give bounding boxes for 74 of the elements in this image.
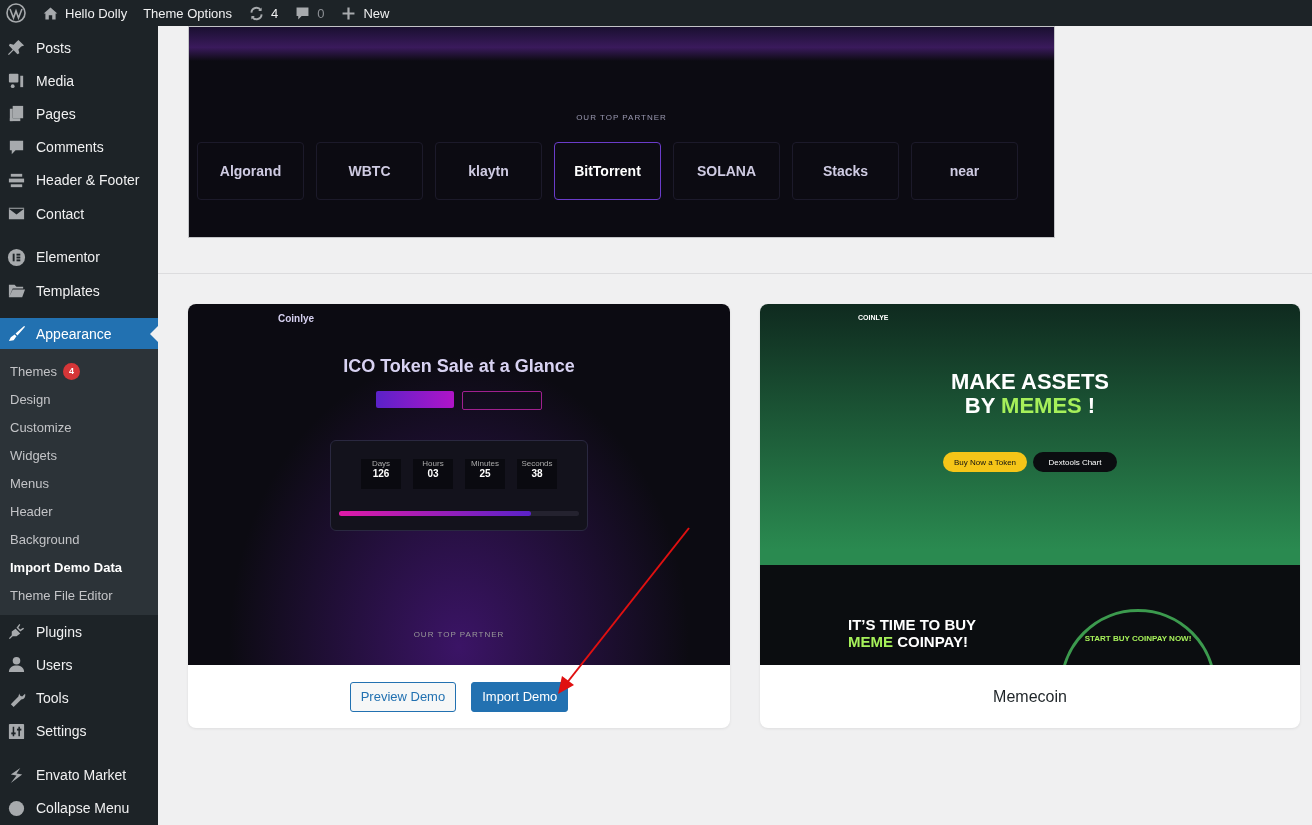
sidebar-menu-item[interactable]: Envato Market bbox=[0, 758, 158, 792]
partner-logo-tile: klaytn bbox=[435, 142, 542, 200]
section-label: OUR TOP PARTNER bbox=[575, 113, 668, 122]
submenu-item[interactable]: Themes 4 bbox=[0, 357, 158, 386]
pin-icon bbox=[7, 38, 26, 58]
theme-options-link[interactable]: Theme Options bbox=[143, 5, 232, 21]
import-demo-button[interactable]: Import Demo bbox=[471, 681, 569, 712]
submenu-label: Menus bbox=[10, 475, 50, 491]
wordpress-logo-icon[interactable] bbox=[6, 3, 26, 23]
updates-link[interactable]: 4 bbox=[248, 4, 279, 22]
sidebar-menu-item[interactable]: Pages bbox=[0, 97, 158, 131]
partner-logo-tile: WBTC bbox=[316, 142, 423, 200]
submenu-label: Background bbox=[10, 531, 80, 547]
partner-logo-tile: near bbox=[911, 142, 1018, 200]
submenu-label: Design bbox=[10, 391, 51, 407]
countdown-tile: Days 126 bbox=[361, 459, 401, 489]
media-icon bbox=[7, 71, 26, 91]
section-headline: IT’S TIME TO BUY MEME COINPAY! bbox=[848, 617, 977, 650]
sidebar-menu-item[interactable]: Posts bbox=[0, 31, 158, 65]
site-logo: Coinlye bbox=[278, 312, 315, 324]
sidebar-menu-item[interactable]: Media bbox=[0, 64, 158, 98]
site-name: Hello Dolly bbox=[65, 5, 128, 21]
hero-headline: ICO Token Sale at a Glance bbox=[342, 356, 576, 377]
comments-link[interactable]: 0 bbox=[294, 4, 325, 22]
countdown-tile: Hours 03 bbox=[413, 459, 453, 489]
count-badge: 4 bbox=[62, 362, 80, 380]
user-icon bbox=[7, 655, 26, 675]
submenu-item[interactable]: Menus bbox=[0, 469, 158, 498]
pages-icon bbox=[7, 104, 26, 124]
preview-demo-button[interactable]: Preview Demo bbox=[349, 681, 457, 712]
submenu-item[interactable]: Background bbox=[0, 525, 158, 554]
countdown-tile: Minutes 25 bbox=[465, 459, 505, 489]
countdown-tile: Seconds 38 bbox=[517, 459, 557, 489]
new-label: New bbox=[363, 5, 390, 21]
submenu-label: Header bbox=[10, 503, 53, 519]
partner-logo-tile: Stacks bbox=[792, 142, 899, 200]
submenu-item[interactable]: Import Demo Data bbox=[0, 553, 158, 582]
submenu-label: Widgets bbox=[10, 447, 57, 463]
submenu-item[interactable]: Theme File Editor bbox=[0, 581, 158, 610]
sliders-icon bbox=[7, 721, 26, 741]
refresh-icon bbox=[248, 4, 265, 22]
submenu-label: Theme File Editor bbox=[10, 587, 113, 603]
sidebar-menu-item[interactable]: Tools bbox=[0, 681, 158, 715]
sidebar-menu-item[interactable]: Elementor bbox=[0, 240, 158, 275]
sidebar-menu-item[interactable]: Plugins bbox=[0, 615, 158, 649]
submenu-item[interactable]: Design bbox=[0, 385, 158, 414]
submenu-label: Customize bbox=[10, 419, 72, 435]
plug-icon bbox=[7, 622, 26, 642]
demo-title: Memecoin bbox=[993, 687, 1067, 706]
partner-logo-tile: Algorand bbox=[197, 142, 304, 200]
submenu-item[interactable]: Customize bbox=[0, 413, 158, 442]
sidebar-menu-item[interactable]: Collapse Menu bbox=[0, 791, 158, 825]
sidebar-menu-item[interactable]: Contact bbox=[0, 196, 158, 231]
site-name-link[interactable]: Hello Dolly bbox=[42, 4, 128, 22]
submenu-item[interactable]: Widgets bbox=[0, 441, 158, 470]
updates-count: 4 bbox=[271, 5, 279, 21]
sidebar-menu-item[interactable]: Header & Footer bbox=[0, 163, 158, 197]
submenu-label: Import Demo Data bbox=[10, 559, 122, 575]
sidebar-menu-item[interactable]: Templates bbox=[0, 274, 158, 308]
sidebar-menu-item[interactable]: Users bbox=[0, 648, 158, 682]
sidebar-menu-item[interactable]: Appearance bbox=[0, 317, 158, 350]
submenu-item[interactable]: Header bbox=[0, 497, 158, 526]
section-label: OUR TOP PARTNER bbox=[412, 630, 506, 639]
partner-logo-tile: SOLANA bbox=[673, 142, 780, 200]
collapse-icon bbox=[7, 798, 26, 818]
brush-icon bbox=[7, 324, 26, 344]
sidebar-menu-item[interactable]: Comments bbox=[0, 130, 158, 164]
new-link[interactable]: New bbox=[340, 4, 390, 22]
sidebar-menu-item[interactable]: Settings bbox=[0, 714, 158, 748]
submenu-label: Themes bbox=[10, 363, 57, 379]
comments-count: 0 bbox=[317, 5, 325, 21]
hero-headline: MAKE ASSETS BY MEMES ! bbox=[949, 370, 1111, 419]
partner-logo-tile: BitTorrent bbox=[554, 142, 661, 200]
elementor-icon bbox=[7, 247, 26, 267]
